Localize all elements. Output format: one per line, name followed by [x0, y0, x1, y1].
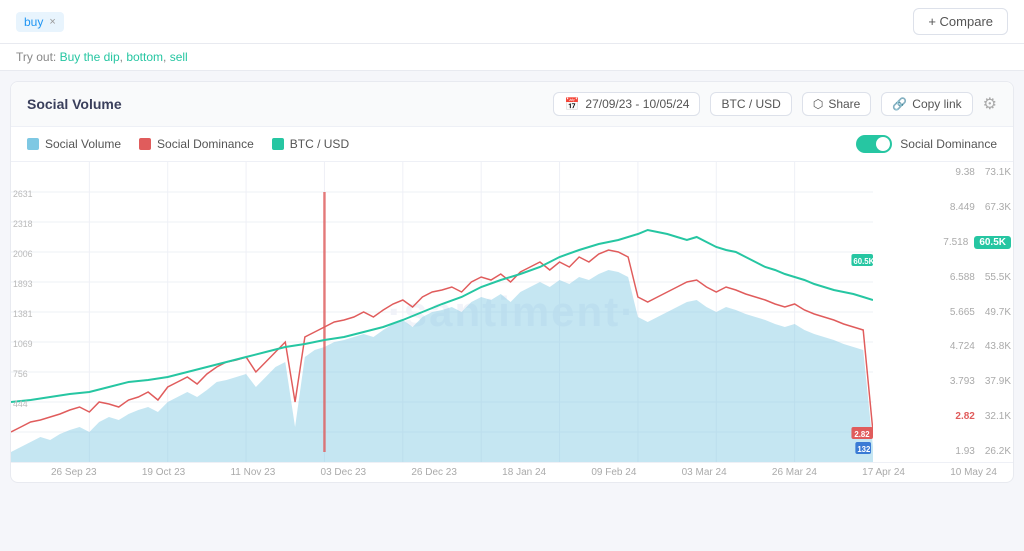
legend-items: Social Volume Social Dominance BTC / USD — [27, 137, 349, 151]
top-bar: buy × + Compare — [0, 0, 1024, 44]
y-tick-2: 8.449 67.3K — [873, 202, 1013, 213]
social-dominance-toggle[interactable] — [856, 135, 892, 153]
compare-button[interactable]: + Compare — [913, 8, 1008, 35]
chart-section: Social Volume 📅 27/09/23 - 10/05/24 BTC … — [10, 81, 1014, 483]
x-label-2: 19 Oct 23 — [142, 467, 185, 478]
y-tick-9: 1.93 26.2K — [873, 446, 1013, 457]
try-out-text: Try out: — [16, 50, 56, 64]
legend-social-dominance: Social Dominance — [139, 137, 254, 151]
legend-dot-cyan — [27, 138, 39, 150]
tag-close-icon[interactable]: × — [49, 16, 55, 28]
x-label-11: 10 May 24 — [950, 467, 997, 478]
chart-area: ·santiment· — [11, 162, 1013, 462]
legend-row: Social Volume Social Dominance BTC / USD… — [11, 127, 1013, 162]
copy-label: Copy link — [912, 97, 961, 111]
svg-text:1069: 1069 — [13, 339, 33, 349]
y-tick-8: 2.82 32.1K — [873, 411, 1013, 422]
svg-text:132: 132 — [857, 445, 871, 454]
calendar-icon: 📅 — [564, 97, 579, 111]
tag-row: buy × — [16, 12, 64, 32]
buy-tag[interactable]: buy × — [16, 12, 64, 32]
x-label-4: 03 Dec 23 — [321, 467, 367, 478]
y-tick-1: 9.38 73.1K — [873, 167, 1013, 178]
svg-text:2.82: 2.82 — [854, 430, 870, 439]
x-label-8: 03 Mar 24 — [682, 467, 727, 478]
copy-link-button[interactable]: 🔗 Copy link — [881, 92, 972, 116]
y-axis-right: 9.38 73.1K 8.449 67.3K 7.518 60.5K 6.588… — [873, 162, 1013, 462]
try-out-link-bottom[interactable]: bottom — [126, 50, 163, 64]
try-out-link-sell[interactable]: sell — [170, 50, 188, 64]
chart-controls: 📅 27/09/23 - 10/05/24 BTC / USD ⬡ Share … — [553, 92, 997, 116]
x-label-9: 26 Mar 24 — [772, 467, 817, 478]
settings-button[interactable]: ⚙ — [983, 94, 997, 114]
toggle-row: Social Dominance — [856, 135, 997, 153]
x-label-5: 26 Dec 23 — [411, 467, 457, 478]
legend-social-volume-label: Social Volume — [45, 137, 121, 151]
svg-text:1893: 1893 — [13, 279, 33, 289]
x-label-10: 17 Apr 24 — [862, 467, 905, 478]
try-out-bar: Try out: Buy the dip, bottom, sell — [0, 44, 1024, 71]
btc-usd-button[interactable]: BTC / USD — [710, 92, 791, 116]
svg-text:1381: 1381 — [13, 309, 33, 319]
chart-header: Social Volume 📅 27/09/23 - 10/05/24 BTC … — [11, 82, 1013, 127]
date-range-picker[interactable]: 📅 27/09/23 - 10/05/24 — [553, 92, 700, 116]
svg-text:2006: 2006 — [13, 249, 33, 259]
y-tick-3: 7.518 60.5K — [873, 237, 1013, 248]
legend-dot-green — [272, 138, 284, 150]
x-label-3: 11 Nov 23 — [230, 467, 275, 478]
legend-btc-usd: BTC / USD — [272, 137, 349, 151]
y-tick-6: 4.724 43.8K — [873, 341, 1013, 352]
svg-text:60.5K: 60.5K — [853, 257, 873, 266]
y-tick-7: 3.793 37.9K — [873, 376, 1013, 387]
svg-text:2631: 2631 — [13, 189, 33, 199]
legend-social-volume: Social Volume — [27, 137, 121, 151]
y-tick-5: 5.665 49.7K — [873, 307, 1013, 318]
x-label-7: 09 Feb 24 — [591, 467, 636, 478]
chart-svg: 2631 2318 2006 1893 1381 1069 756 444 60… — [11, 162, 873, 462]
try-out-link-buy-dip[interactable]: Buy the dip — [60, 50, 120, 64]
x-axis: 26 Sep 23 19 Oct 23 11 Nov 23 03 Dec 23 … — [11, 462, 1013, 482]
copy-icon: 🔗 — [892, 97, 907, 111]
svg-text:756: 756 — [13, 369, 28, 379]
share-label: Share — [828, 97, 860, 111]
x-label-1: 26 Sep 23 — [51, 467, 97, 478]
legend-social-dominance-label: Social Dominance — [157, 137, 254, 151]
svg-text:444: 444 — [13, 399, 28, 409]
svg-text:2318: 2318 — [13, 219, 33, 229]
x-label-6: 18 Jan 24 — [502, 467, 546, 478]
share-button[interactable]: ⬡ Share — [802, 92, 872, 116]
tag-label: buy — [24, 15, 43, 29]
share-icon: ⬡ — [813, 97, 823, 111]
toggle-label: Social Dominance — [900, 137, 997, 151]
legend-btc-usd-label: BTC / USD — [290, 137, 349, 151]
legend-dot-red — [139, 138, 151, 150]
y-tick-4: 6.588 55.5K — [873, 272, 1013, 283]
chart-title: Social Volume — [27, 96, 122, 112]
date-range-text: 27/09/23 - 10/05/24 — [585, 97, 689, 111]
